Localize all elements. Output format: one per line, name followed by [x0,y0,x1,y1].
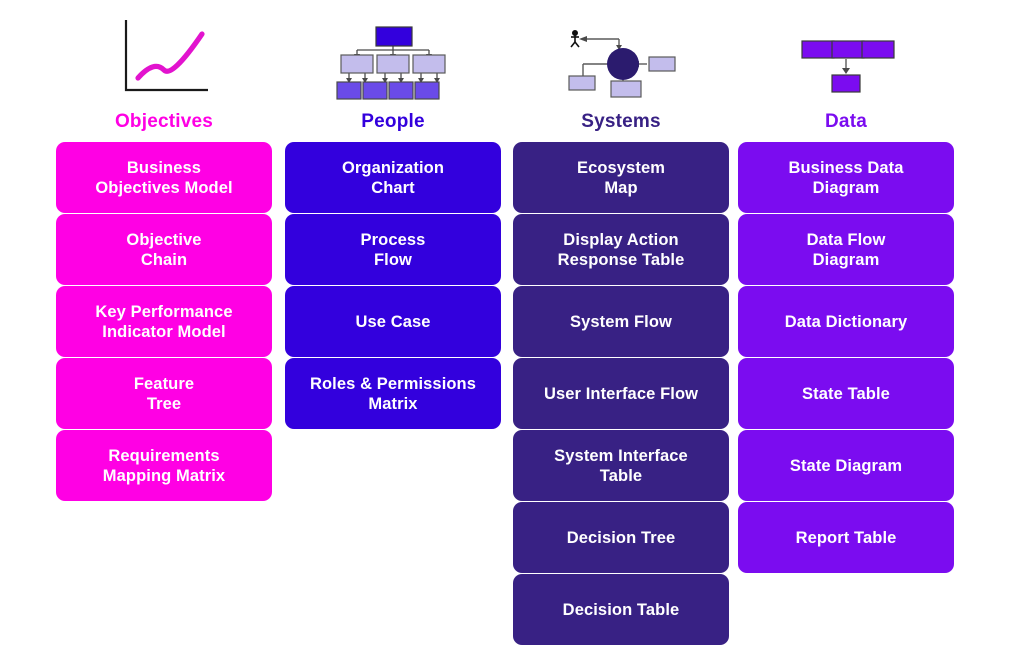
card-list-systems: Ecosystem Map Display Action Response Ta… [513,142,729,645]
card-list-people: Organization Chart Process Flow Use Case… [285,142,501,429]
card-objective-chain[interactable]: Objective Chain [56,214,272,285]
card-user-interface-flow[interactable]: User Interface Flow [513,358,729,429]
column-header-systems: Systems [581,111,661,132]
card-feature-tree[interactable]: Feature Tree [56,358,272,429]
card-report-table[interactable]: Report Table [738,502,954,573]
diagram-taxonomy-board: Objectives Business Objectives Model Obj… [0,0,1012,655]
card-use-case[interactable]: Use Case [285,286,501,357]
card-process-flow[interactable]: Process Flow [285,214,501,285]
column-header-data: Data [825,111,867,132]
card-ecosystem-map[interactable]: Ecosystem Map [513,142,729,213]
data-flow-icon [738,0,954,108]
card-requirements-mapping-matrix[interactable]: Requirements Mapping Matrix [56,430,272,501]
card-data-flow-diagram[interactable]: Data Flow Diagram [738,214,954,285]
column-data: Data Business Data Diagram Data Flow Dia… [738,0,954,574]
card-list-data: Business Data Diagram Data Flow Diagram … [738,142,954,573]
column-people: People Organization Chart Process Flow U… [285,0,501,430]
card-business-data-diagram[interactable]: Business Data Diagram [738,142,954,213]
line-chart-icon [56,0,272,108]
card-roles-permissions-matrix[interactable]: Roles & Permissions Matrix [285,358,501,429]
column-header-people: People [361,111,425,132]
card-state-diagram[interactable]: State Diagram [738,430,954,501]
card-organization-chart[interactable]: Organization Chart [285,142,501,213]
column-systems: Systems Ecosystem Map Display Action Res… [513,0,729,646]
card-system-interface-table[interactable]: System Interface Table [513,430,729,501]
card-decision-tree[interactable]: Decision Tree [513,502,729,573]
card-key-performance-indicator-model[interactable]: Key Performance Indicator Model [56,286,272,357]
org-chart-icon [285,0,501,108]
ecosystem-map-icon [513,0,729,108]
card-system-flow[interactable]: System Flow [513,286,729,357]
card-business-objectives-model[interactable]: Business Objectives Model [56,142,272,213]
column-objectives: Objectives Business Objectives Model Obj… [56,0,272,502]
column-header-objectives: Objectives [114,111,214,132]
card-display-action-response-table[interactable]: Display Action Response Table [513,214,729,285]
card-list-objectives: Business Objectives Model Objective Chai… [56,142,272,501]
card-data-dictionary[interactable]: Data Dictionary [738,286,954,357]
card-decision-table[interactable]: Decision Table [513,574,729,645]
card-state-table[interactable]: State Table [738,358,954,429]
